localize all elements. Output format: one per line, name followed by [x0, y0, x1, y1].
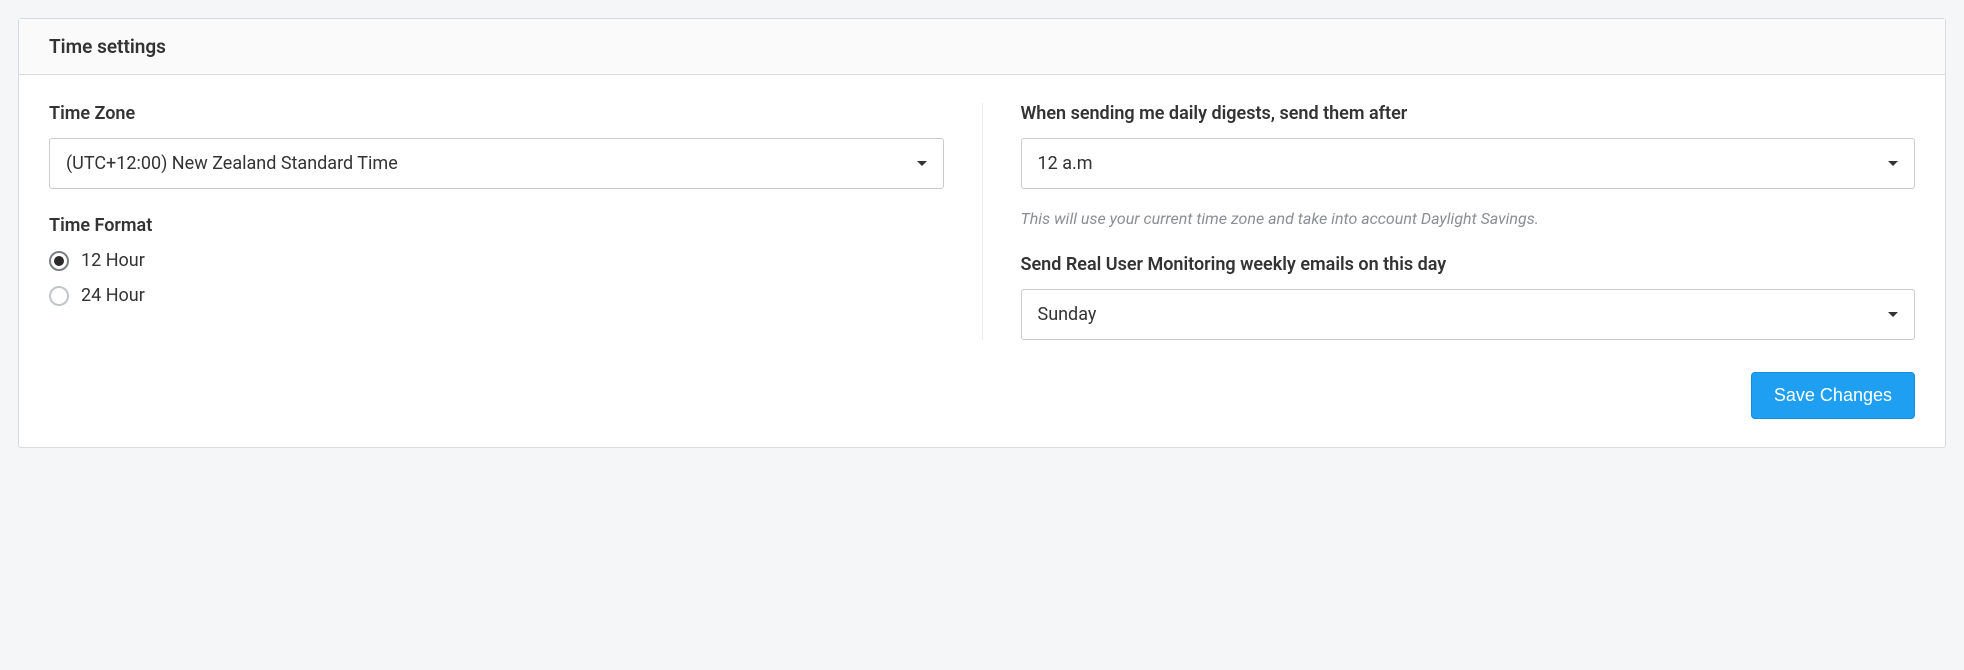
timeformat-radio-group: 12 Hour 24 Hour — [49, 250, 944, 306]
right-column: When sending me daily digests, send them… — [982, 103, 1916, 340]
radio-icon — [49, 251, 69, 271]
radio-12-hour[interactable]: 12 Hour — [49, 250, 944, 271]
digest-time-value: 12 a.m — [1038, 153, 1093, 174]
rum-day-select[interactable]: Sunday — [1021, 289, 1916, 340]
panel-body: Time Zone (UTC+12:00) New Zealand Standa… — [19, 75, 1945, 372]
left-column: Time Zone (UTC+12:00) New Zealand Standa… — [49, 103, 982, 340]
radio-icon — [49, 286, 69, 306]
digest-time-label: When sending me daily digests, send them… — [1021, 103, 1916, 124]
radio-24-hour[interactable]: 24 Hour — [49, 285, 944, 306]
timezone-value: (UTC+12:00) New Zealand Standard Time — [66, 153, 398, 174]
timezone-select[interactable]: (UTC+12:00) New Zealand Standard Time — [49, 138, 944, 189]
timeformat-label: Time Format — [49, 215, 944, 236]
panel-title: Time settings — [19, 19, 1945, 75]
chevron-down-icon — [1887, 311, 1899, 319]
chevron-down-icon — [916, 160, 928, 168]
radio-24-label: 24 Hour — [81, 285, 145, 306]
radio-12-label: 12 Hour — [81, 250, 145, 271]
digest-helper-text: This will use your current time zone and… — [1021, 209, 1916, 228]
save-changes-button[interactable]: Save Changes — [1751, 372, 1915, 419]
digest-time-select[interactable]: 12 a.m — [1021, 138, 1916, 189]
timezone-label: Time Zone — [49, 103, 944, 124]
panel-footer: Save Changes — [19, 372, 1945, 447]
chevron-down-icon — [1887, 160, 1899, 168]
rum-day-label: Send Real User Monitoring weekly emails … — [1021, 254, 1916, 275]
rum-day-value: Sunday — [1038, 304, 1097, 325]
time-settings-panel: Time settings Time Zone (UTC+12:00) New … — [18, 18, 1946, 448]
